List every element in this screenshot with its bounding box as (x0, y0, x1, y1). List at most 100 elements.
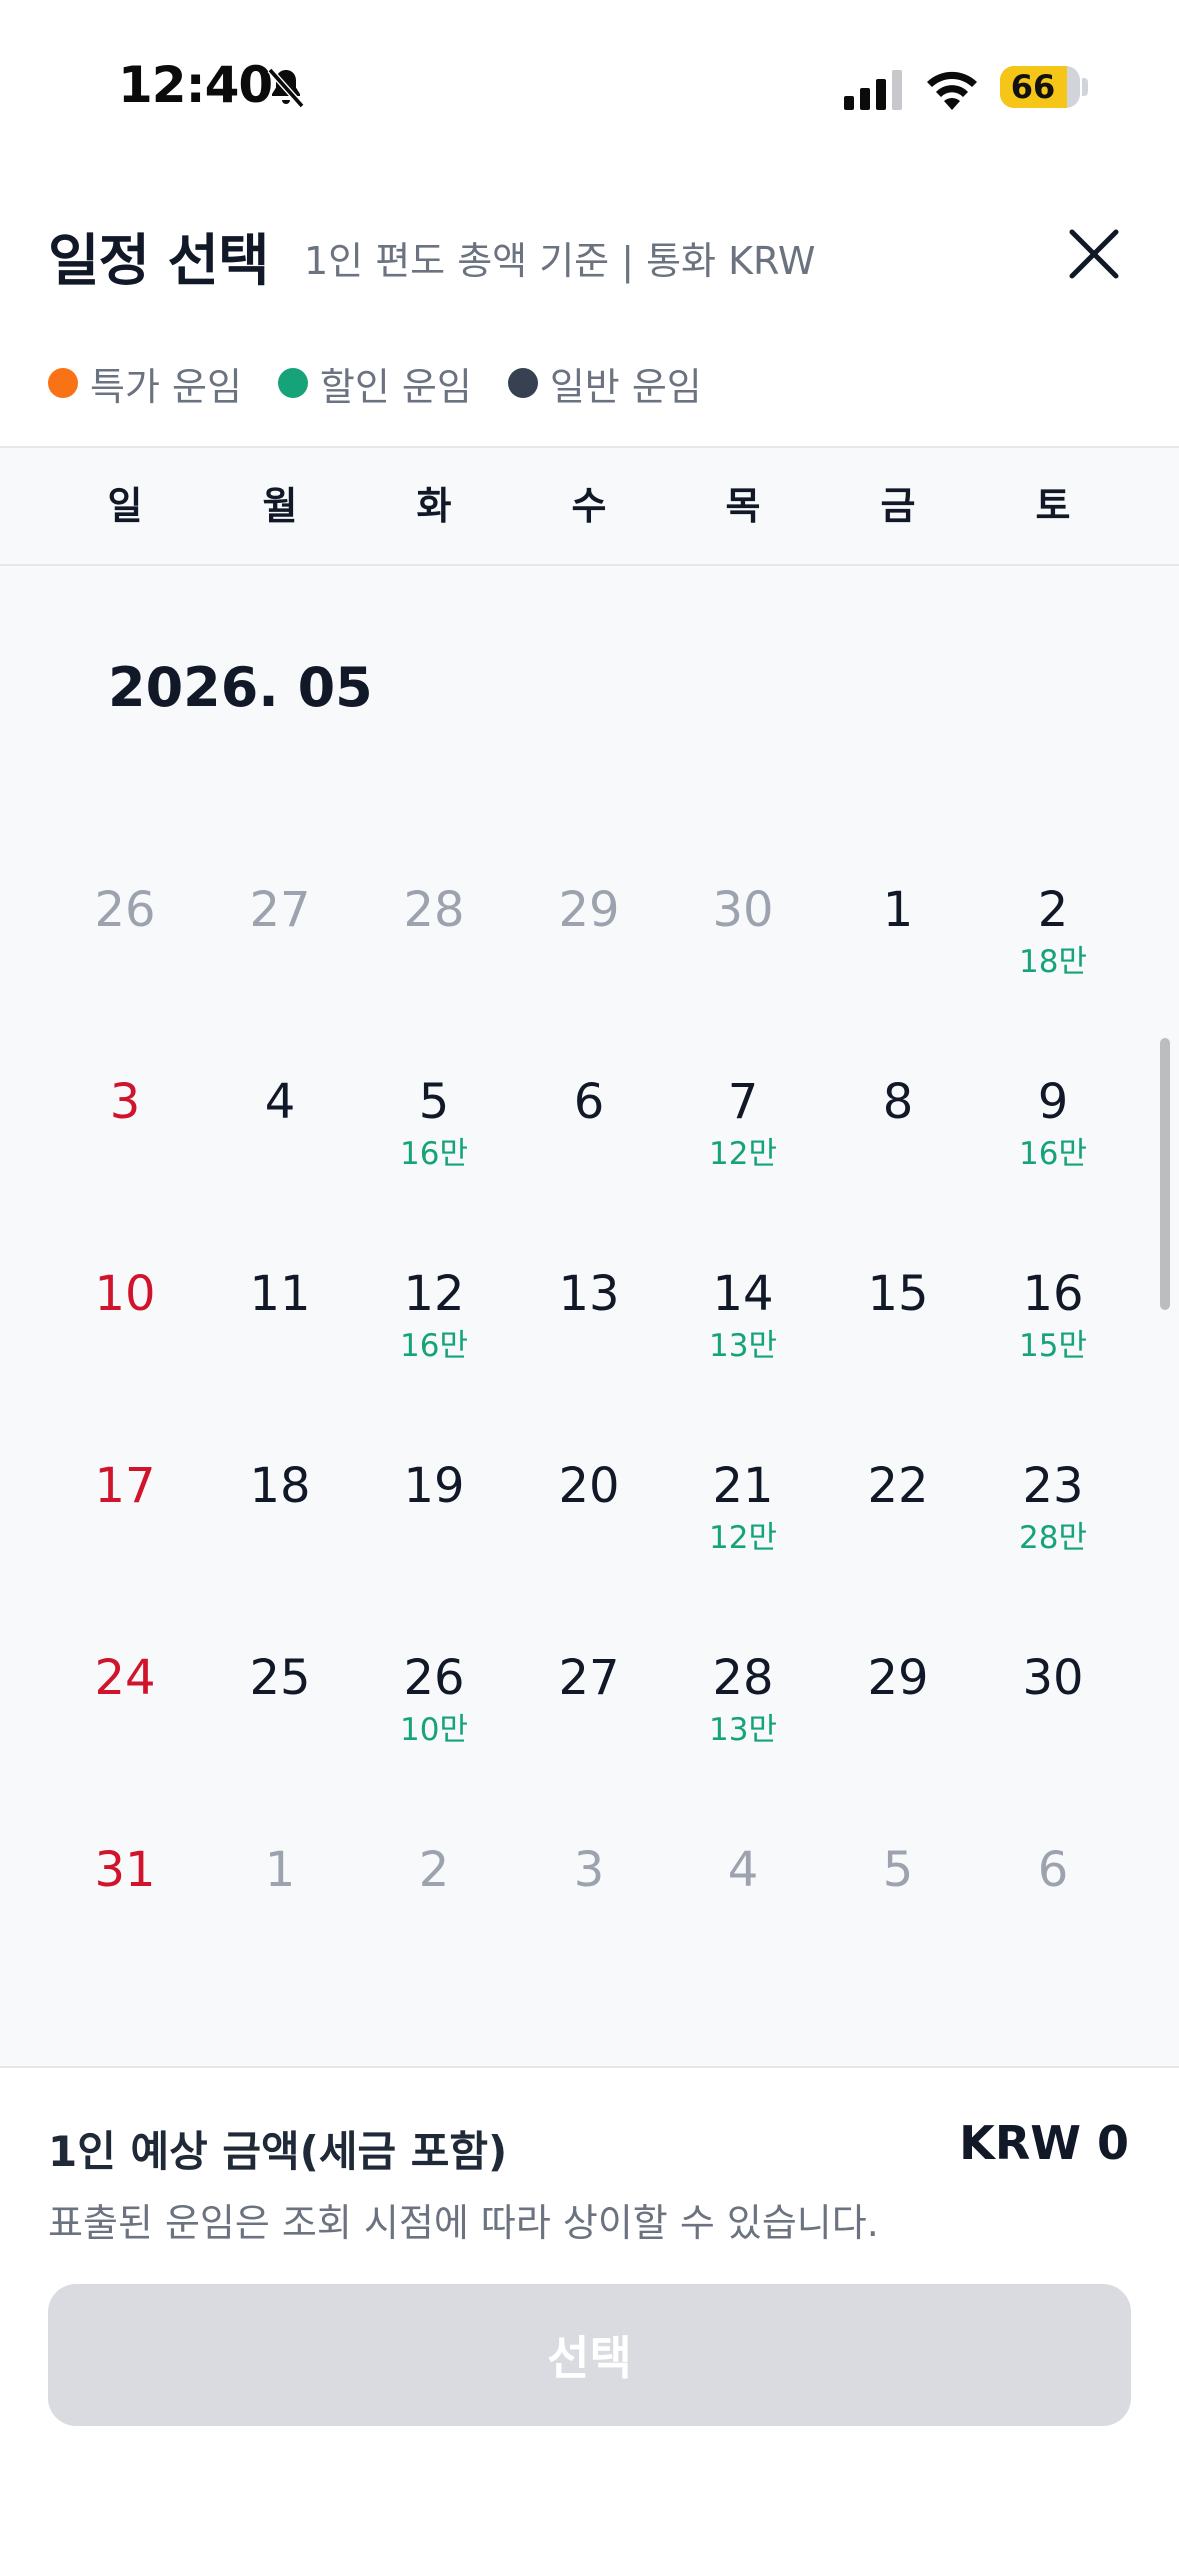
day-number: 28 (403, 882, 465, 938)
weekday-label: 토 (1035, 484, 1071, 528)
wifi-icon (927, 71, 977, 110)
day-number: 20 (558, 1458, 620, 1514)
day-number: 28 (712, 1650, 774, 1706)
day-number: 30 (1022, 1650, 1084, 1706)
day-number: 17 (94, 1458, 156, 1514)
calendar-day[interactable]: 14 13만 (666, 1266, 820, 1416)
calendar-day[interactable]: 24 (48, 1650, 202, 1800)
day-price: 12만 (709, 1520, 777, 1556)
day-number: 29 (558, 882, 620, 938)
day-number: 7 (727, 1074, 759, 1130)
signal-icon (844, 70, 902, 110)
calendar-day[interactable]: 1 (821, 882, 975, 1032)
calendar-day[interactable]: 7 12만 (666, 1074, 820, 1224)
weekday-header: 일월화수목금토 (0, 448, 1179, 566)
estimate-amount: KRW 0 (959, 2116, 1129, 2170)
calendar-day[interactable]: 8 (821, 1074, 975, 1224)
calendar-day[interactable]: 15 (821, 1266, 975, 1416)
calendar-day: 30 (666, 882, 820, 1032)
legend-label: 특가 운임 (90, 364, 242, 409)
day-price: 16만 (1019, 1136, 1087, 1172)
day-number: 16 (1022, 1266, 1084, 1322)
sheet-header: 일정 선택 1인 편도 총액 기준 | 통화 KRW (0, 190, 1179, 310)
calendar-day[interactable]: 3 (48, 1074, 202, 1224)
weekday-label: 월 (262, 484, 298, 528)
calendar-day[interactable]: 30 (976, 1650, 1130, 1800)
day-number: 31 (94, 1842, 156, 1898)
calendar-day[interactable]: 10 (48, 1266, 202, 1416)
calendar-day[interactable]: 5 16만 (357, 1074, 511, 1224)
day-price: 15만 (1019, 1328, 1087, 1364)
day-number: 27 (558, 1650, 620, 1706)
calendar-day[interactable]: 22 (821, 1458, 975, 1608)
page-subtitle: 1인 편도 총액 기준 | 통화 KRW (304, 239, 816, 283)
day-number: 24 (94, 1650, 156, 1706)
calendar-day[interactable]: 29 (821, 1650, 975, 1800)
day-number: 5 (882, 1842, 914, 1898)
calendar-day[interactable]: 21 12만 (666, 1458, 820, 1608)
day-price: 12만 (709, 1136, 777, 1172)
day-number: 6 (573, 1074, 605, 1130)
calendar-day: 3 (512, 1842, 666, 1992)
day-number: 11 (249, 1266, 311, 1322)
calendar-day: 6 (976, 1842, 1130, 1992)
calendar-day[interactable]: 12 16만 (357, 1266, 511, 1416)
weekday-label: 목 (725, 484, 761, 528)
calendar-day[interactable]: 18 (203, 1458, 357, 1608)
calendar-day[interactable]: 20 (512, 1458, 666, 1608)
day-price: 16만 (400, 1328, 468, 1364)
scrollbar[interactable] (1160, 1038, 1170, 1310)
day-number: 9 (1037, 1074, 1069, 1130)
fare-notice: 표출된 운임은 조회 시점에 따라 상이할 수 있습니다. (48, 2201, 879, 2245)
day-number: 14 (712, 1266, 774, 1322)
battery-level: 66 (1010, 68, 1056, 106)
calendar[interactable]: 2026. 05 26 27 28 29 30 1 2 18만 3 4 5 16만 6 7 12만 8 9 16만… (0, 566, 1179, 2066)
calendar-day[interactable]: 23 28만 (976, 1458, 1130, 1608)
day-number: 2 (1037, 882, 1069, 938)
calendar-day[interactable]: 16 15만 (976, 1266, 1130, 1416)
calendar-day[interactable]: 19 (357, 1458, 511, 1608)
day-price: 16만 (400, 1136, 468, 1172)
weekday-label: 일 (107, 484, 143, 528)
estimate-label: 1인 예상 금액(세금 포함) (48, 2127, 508, 2176)
weekday-label: 화 (416, 484, 452, 528)
day-number: 4 (727, 1842, 759, 1898)
battery-nub (1082, 78, 1088, 96)
calendar-day[interactable]: 26 10만 (357, 1650, 511, 1800)
calendar-day: 29 (512, 882, 666, 1032)
calendar-day[interactable]: 6 (512, 1074, 666, 1224)
battery-icon: 66 (1000, 66, 1080, 108)
legend-dot-icon (48, 368, 78, 398)
day-number: 15 (867, 1266, 929, 1322)
day-number: 1 (264, 1842, 296, 1898)
day-number: 22 (867, 1458, 929, 1514)
calendar-day[interactable]: 25 (203, 1650, 357, 1800)
calendar-day: 28 (357, 882, 511, 1032)
close-icon[interactable] (1056, 216, 1132, 292)
calendar-day: 26 (48, 882, 202, 1032)
calendar-day[interactable]: 11 (203, 1266, 357, 1416)
fare-legend: 특가 운임 할인 운임 일반 운임 (48, 358, 738, 409)
select-button[interactable]: 선택 (48, 2284, 1131, 2426)
calendar-day[interactable]: 28 13만 (666, 1650, 820, 1800)
day-number: 18 (249, 1458, 311, 1514)
calendar-day[interactable]: 4 (203, 1074, 357, 1224)
legend-dot-icon (507, 368, 538, 398)
day-number: 2 (418, 1842, 450, 1898)
calendar-day[interactable]: 2 18만 (976, 882, 1130, 1032)
calendar-day[interactable]: 9 16만 (976, 1074, 1130, 1224)
day-number: 26 (94, 882, 156, 938)
calendar-day[interactable]: 31 (48, 1842, 202, 1992)
legend-dot-icon (277, 368, 308, 398)
bell-muted-icon (267, 67, 305, 109)
calendar-day[interactable]: 13 (512, 1266, 666, 1416)
day-price: 10만 (400, 1712, 468, 1748)
calendar-day[interactable]: 27 (512, 1650, 666, 1800)
page-title: 일정 선택 (48, 229, 270, 294)
day-price: 13만 (709, 1328, 777, 1364)
calendar-day[interactable]: 17 (48, 1458, 202, 1608)
calendar-day: 2 (357, 1842, 511, 1992)
day-number: 19 (403, 1458, 465, 1514)
bottom-panel: 1인 예상 금액(세금 포함) KRW 0 표출된 운임은 조회 시점에 따라 … (0, 2066, 1179, 2556)
calendar-day: 5 (821, 1842, 975, 1992)
